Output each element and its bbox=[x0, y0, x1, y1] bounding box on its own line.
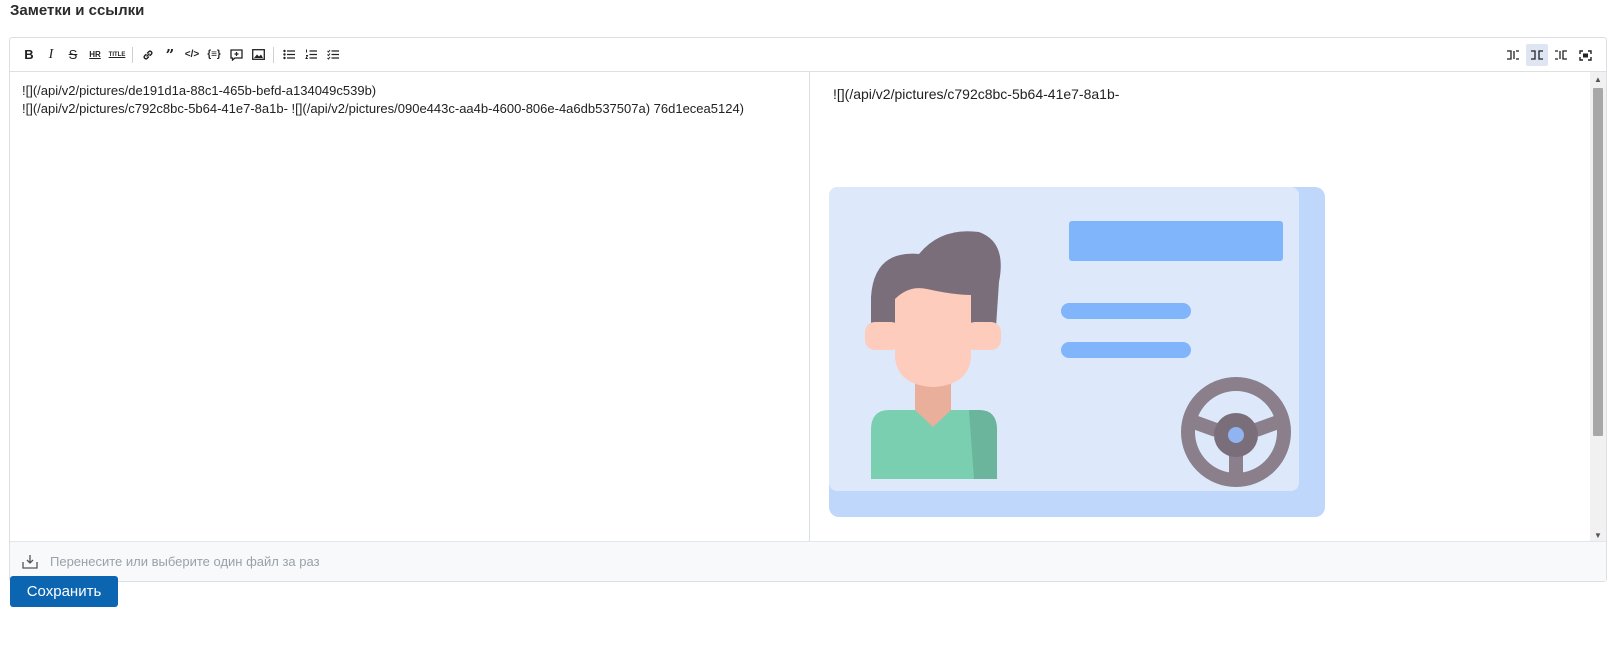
markdown-editor: B I S HR TITLE ” </> {≡} ![](/api/v2/pic… bbox=[9, 37, 1607, 582]
section-title: Заметки и ссылки bbox=[10, 2, 145, 19]
split-mode-button[interactable] bbox=[1526, 44, 1548, 66]
file-dropzone[interactable]: Перенесите или выберите один файл за раз bbox=[10, 541, 1606, 581]
editor-toolbar: B I S HR TITLE ” </> {≡} bbox=[10, 38, 1606, 72]
scroll-thumb[interactable] bbox=[1593, 88, 1603, 436]
strikethrough-icon: S bbox=[68, 47, 78, 62]
edit-mode-button[interactable] bbox=[1502, 44, 1524, 66]
checklist-icon bbox=[326, 49, 339, 60]
code-block-button[interactable]: {≡} bbox=[203, 44, 225, 66]
image-button[interactable] bbox=[247, 44, 269, 66]
italic-button[interactable]: I bbox=[40, 44, 62, 66]
save-button[interactable]: Сохранить bbox=[10, 576, 118, 607]
preview-mode-icon bbox=[1555, 50, 1567, 60]
dropzone-text: Перенесите или выберите один файл за раз bbox=[50, 554, 320, 569]
preview-scrollbar[interactable]: ▲ ▼ bbox=[1590, 72, 1606, 542]
quote-icon: ” bbox=[165, 45, 175, 64]
bold-button[interactable]: B bbox=[18, 44, 40, 66]
editor-line: ![](/api/v2/pictures/c792c8bc-5b64-41e7-… bbox=[22, 101, 745, 116]
title-button[interactable]: TITLE bbox=[106, 44, 128, 66]
scroll-down-arrow-icon[interactable]: ▼ bbox=[1590, 528, 1606, 542]
hr-button[interactable]: HR bbox=[84, 44, 106, 66]
strikethrough-button[interactable]: S bbox=[62, 44, 84, 66]
hr-icon: HR bbox=[89, 50, 101, 59]
code-icon: </> bbox=[184, 49, 200, 60]
unordered-list-button[interactable] bbox=[278, 44, 300, 66]
ordered-list-icon bbox=[304, 49, 317, 59]
link-icon bbox=[143, 50, 153, 59]
bold-icon: B bbox=[24, 47, 34, 62]
fullscreen-icon bbox=[1578, 49, 1592, 61]
link-button[interactable] bbox=[137, 44, 159, 66]
quote-button[interactable]: ” bbox=[159, 44, 181, 66]
italic-icon: I bbox=[48, 46, 54, 62]
split-mode-icon bbox=[1531, 50, 1543, 60]
driver-license-icon bbox=[829, 187, 1325, 517]
preview-text: ![](/api/v2/pictures/c792c8bc-5b64-41e7-… bbox=[833, 86, 1120, 102]
view-mode-group bbox=[1502, 44, 1596, 66]
checklist-button[interactable] bbox=[322, 44, 344, 66]
edit-mode-icon bbox=[1507, 50, 1519, 60]
markdown-input[interactable]: ![](/api/v2/pictures/de191d1a-88c1-465b-… bbox=[10, 72, 810, 542]
toolbar-divider bbox=[273, 46, 274, 63]
upload-tray-icon bbox=[22, 554, 38, 569]
scroll-up-arrow-icon[interactable]: ▲ bbox=[1590, 72, 1606, 86]
toolbar-divider bbox=[132, 46, 133, 63]
title-icon: TITLE bbox=[108, 51, 126, 58]
comment-button[interactable] bbox=[225, 44, 247, 66]
comment-icon bbox=[229, 48, 243, 61]
editor-line: ![](/api/v2/pictures/de191d1a-88c1-465b-… bbox=[22, 83, 377, 98]
markdown-preview: ![](/api/v2/pictures/c792c8bc-5b64-41e7-… bbox=[811, 72, 1591, 542]
fullscreen-button[interactable] bbox=[1574, 44, 1596, 66]
code-button[interactable]: </> bbox=[181, 44, 203, 66]
image-icon bbox=[251, 49, 265, 60]
code-block-icon: {≡} bbox=[207, 49, 221, 60]
unordered-list-icon bbox=[282, 49, 295, 60]
ordered-list-button[interactable] bbox=[300, 44, 322, 66]
preview-mode-button[interactable] bbox=[1550, 44, 1572, 66]
